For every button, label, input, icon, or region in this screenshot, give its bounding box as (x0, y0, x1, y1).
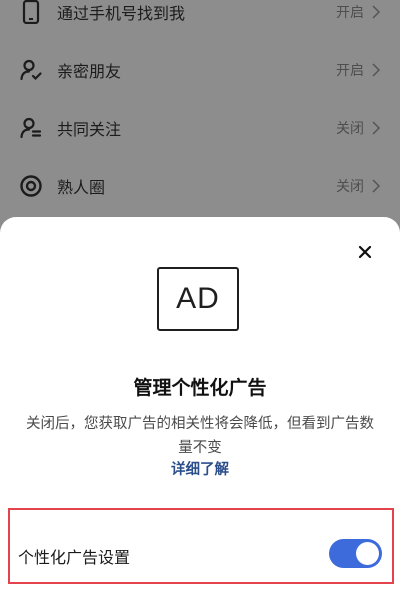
chevron-right-icon (372, 121, 381, 135)
ad-badge-text: AD (176, 282, 220, 315)
close-friend-icon (18, 57, 44, 83)
close-button[interactable] (352, 239, 378, 265)
chevron-right-icon (372, 5, 381, 19)
phone-icon (18, 0, 44, 25)
settings-list: 通过手机号找到我 开启 亲密朋友 开启 共同关注 关闭 熟人圈 关闭 (0, 0, 400, 240)
settings-row-close-friends[interactable]: 亲密朋友 开启 (0, 41, 400, 99)
toggle-knob (356, 542, 379, 565)
personalized-ads-sheet: AD 管理个性化广告 关闭后，您获取广告的相关性将会降低，但看到广告数量不变 详… (0, 217, 400, 597)
chevron-right-icon (372, 63, 381, 77)
close-icon (358, 245, 372, 259)
settings-row-label: 熟人圈 (57, 178, 106, 197)
personalized-ads-setting-label: 个性化广告设置 (18, 548, 131, 567)
sheet-description: 关闭后，您获取广告的相关性将会降低，但看到广告数量不变 (26, 416, 374, 456)
settings-row-value: 关闭 (336, 179, 364, 195)
circle-target-icon (18, 173, 44, 199)
settings-row-acquaintance[interactable]: 熟人圈 关闭 (0, 157, 400, 215)
mutual-follow-icon (18, 115, 44, 141)
settings-row-phone[interactable]: 通过手机号找到我 开启 (0, 0, 400, 41)
chevron-right-icon (372, 179, 381, 193)
ad-icon: AD (157, 267, 239, 331)
settings-row-mutual-follow[interactable]: 共同关注 关闭 (0, 99, 400, 157)
settings-row-label: 通过手机号找到我 (57, 4, 186, 23)
settings-row-label: 亲密朋友 (57, 62, 122, 81)
sheet-title: 管理个性化广告 (133, 377, 267, 399)
learn-more-link[interactable]: 详细了解 (0, 458, 400, 479)
settings-row-label: 共同关注 (57, 120, 122, 139)
personalized-ads-toggle[interactable] (329, 539, 382, 568)
settings-row-value: 开启 (336, 5, 364, 21)
settings-row-value: 开启 (336, 63, 364, 79)
settings-row-value: 关闭 (336, 121, 364, 137)
